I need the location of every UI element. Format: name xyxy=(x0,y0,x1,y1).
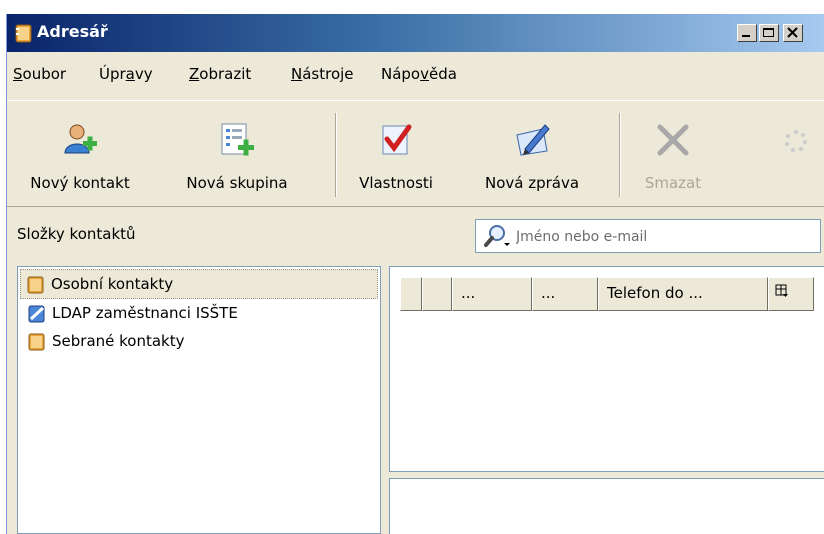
new-message-label: Nová zpráva xyxy=(484,174,580,192)
column-picker[interactable] xyxy=(768,277,814,311)
delete-button[interactable]: Smazat xyxy=(627,101,719,207)
menu-view[interactable]: Zobrazit xyxy=(189,65,251,83)
toolbar-separator xyxy=(619,113,621,197)
menu-help[interactable]: Nápověda xyxy=(381,65,457,83)
properties-button[interactable]: Vlastnosti xyxy=(341,101,451,207)
contact-preview-pane xyxy=(389,478,824,534)
title-bar[interactable]: Adresář xyxy=(7,14,824,52)
search-input[interactable] xyxy=(514,226,818,248)
search-icon[interactable] xyxy=(484,224,512,252)
delete-icon xyxy=(654,121,692,163)
menu-bar: Soubor Úpravy Zobrazit Nástroje Nápověda xyxy=(7,52,824,98)
column-picker-icon xyxy=(775,284,789,302)
search-box[interactable] xyxy=(475,219,821,253)
minimize-button[interactable] xyxy=(737,24,757,42)
contacts-list: ... ... Telefon do ... xyxy=(389,266,824,472)
properties-icon xyxy=(377,121,415,163)
new-contact-button[interactable]: Nový kontakt xyxy=(7,101,153,207)
folder-label: Osobní kontakty xyxy=(51,275,174,293)
address-book-app-icon xyxy=(15,23,33,47)
add-contact-icon xyxy=(61,121,99,163)
new-contact-label: Nový kontakt xyxy=(30,174,130,192)
folders-title: Složky kontaktů xyxy=(17,225,136,243)
new-group-button[interactable]: Nová skupina xyxy=(157,101,317,207)
properties-label: Vlastnosti xyxy=(359,174,433,192)
new-group-label: Nová skupina xyxy=(186,174,288,192)
close-button[interactable] xyxy=(783,24,803,42)
compose-message-icon xyxy=(513,121,551,163)
column-header[interactable]: ... xyxy=(532,277,598,311)
throbber-icon xyxy=(784,129,808,157)
column-header[interactable] xyxy=(400,277,422,311)
folder-ldap-directory[interactable]: LDAP zaměstnanci ISŠTE xyxy=(22,299,238,327)
toolbar-separator xyxy=(335,113,337,197)
menu-edit[interactable]: Úpravy xyxy=(99,65,153,83)
folder-personal-contacts[interactable]: Osobní kontakty xyxy=(20,269,378,299)
folder-tree: Osobní kontakty LDAP zaměstnanci ISŠTE S… xyxy=(17,266,381,534)
column-header[interactable] xyxy=(422,277,452,311)
menu-file[interactable]: Soubor xyxy=(13,65,66,83)
add-group-icon xyxy=(218,121,256,163)
maximize-button[interactable] xyxy=(759,24,779,42)
folder-label: Sebrané kontakty xyxy=(52,332,185,350)
delete-label: Smazat xyxy=(644,174,702,192)
new-message-button[interactable]: Nová zpráva xyxy=(457,101,607,207)
column-header[interactable]: Telefon do ... xyxy=(598,277,768,311)
folders-header-bar: Složky kontaktů xyxy=(7,206,824,261)
address-book-window: Adresář Soubor Úpravy Zobrazit Nástroje … xyxy=(6,14,824,534)
menu-tools[interactable]: Nástroje xyxy=(291,65,354,83)
window-title: Adresář xyxy=(37,22,108,41)
folder-label: LDAP zaměstnanci ISŠTE xyxy=(52,304,238,322)
addressbook-icon xyxy=(28,332,46,360)
folder-collected-contacts[interactable]: Sebrané kontakty xyxy=(22,327,185,355)
column-header[interactable]: ... xyxy=(452,277,532,311)
toolbar: Nový kontakt Nová skupina Vlastnosti Nov… xyxy=(7,100,824,207)
throbber xyxy=(767,101,824,207)
